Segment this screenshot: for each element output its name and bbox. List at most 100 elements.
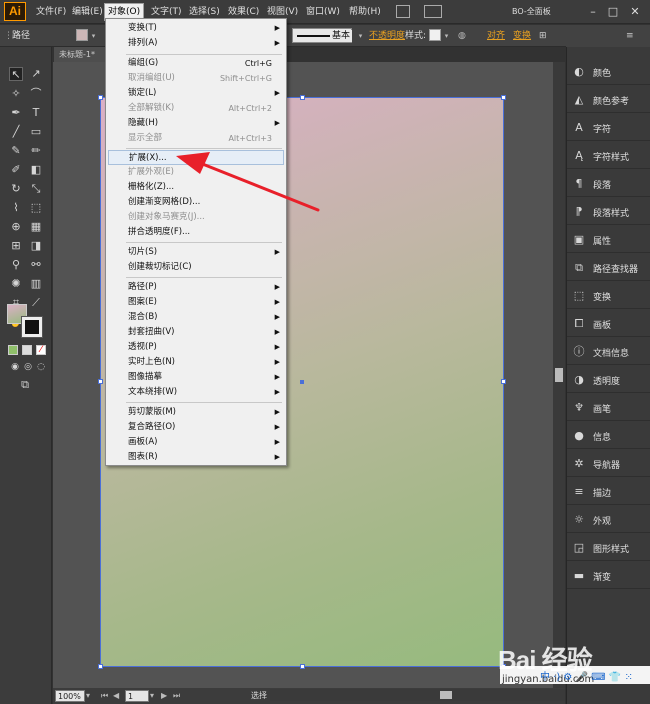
- gradient-tool-icon[interactable]: ◨: [29, 239, 43, 253]
- rectangle-tool-icon[interactable]: ▭: [29, 125, 43, 139]
- brush-dropdown-icon[interactable]: ▾: [356, 29, 365, 43]
- menu-item-slice[interactable]: 切片(S) ▶: [108, 245, 284, 260]
- mesh-tool-icon[interactable]: ⊞: [9, 239, 23, 253]
- screen-mode-icon[interactable]: ⧉: [18, 378, 32, 392]
- menu-item-compound-path[interactable]: 复合路径(O) ▶: [108, 420, 284, 435]
- panel-transform[interactable]: ⬚ 变换: [567, 283, 650, 309]
- warp-tool-icon[interactable]: ⌇: [9, 201, 23, 215]
- graphic-style-swatch[interactable]: [429, 29, 441, 41]
- brush-definition[interactable]: 基本: [330, 30, 353, 42]
- menu-item-show-all[interactable]: 显示全部 Alt+Ctrl+3: [108, 131, 284, 146]
- menu-item-live-paint[interactable]: 实时上色(N) ▶: [108, 355, 284, 370]
- menu-item-group[interactable]: 编组(G) Ctrl+G: [108, 56, 284, 71]
- menu-item-transform[interactable]: 变换(T) ▶: [108, 21, 284, 36]
- perspective-grid-tool-icon[interactable]: ▦: [29, 220, 43, 234]
- lasso-tool-icon[interactable]: ⌒: [29, 87, 43, 101]
- menu-item-pattern[interactable]: 图案(E) ▶: [108, 295, 284, 310]
- arrange-documents-icon[interactable]: [424, 5, 442, 18]
- menu-item-text-wrap[interactable]: 文本绕排(W) ▶: [108, 385, 284, 400]
- panel-brushes[interactable]: ♆ 画笔: [567, 395, 650, 421]
- type-tool-icon[interactable]: T: [29, 106, 43, 120]
- panel-collapse-icon[interactable]: ≡: [626, 29, 634, 43]
- resize-handle-left[interactable]: [98, 379, 103, 384]
- pencil-tool-icon[interactable]: ✏: [29, 144, 43, 158]
- first-artboard-icon[interactable]: ⏮: [101, 690, 108, 702]
- symbol-sprayer-tool-icon[interactable]: ✺: [9, 277, 23, 291]
- opacity-link[interactable]: 不透明度: [369, 29, 405, 43]
- resize-handle-right[interactable]: [501, 379, 506, 384]
- resize-handle-top-right[interactable]: [501, 95, 506, 100]
- panel-artboards[interactable]: ⧠ 画板: [567, 311, 650, 337]
- prev-artboard-icon[interactable]: ◀: [113, 690, 119, 702]
- resize-handle-bottom-left[interactable]: [98, 664, 103, 669]
- close-button[interactable]: ✕: [628, 4, 642, 19]
- menu-window[interactable]: 窗口(W): [303, 4, 343, 20]
- menu-item-artboards[interactable]: 画板(A) ▶: [108, 435, 284, 450]
- line-tool-icon[interactable]: ╱: [9, 125, 23, 139]
- shape-builder-tool-icon[interactable]: ⊕: [9, 220, 23, 234]
- panel-pathfinder[interactable]: ⧉ 路径查找器: [567, 255, 650, 281]
- panel-stroke[interactable]: ≡ 描边: [567, 479, 650, 505]
- panel-attributes[interactable]: ▣ 属性: [567, 227, 650, 253]
- recolor-icon[interactable]: ◍: [458, 29, 466, 43]
- style-dropdown-icon[interactable]: ▾: [442, 29, 451, 43]
- free-transform-tool-icon[interactable]: ⬚: [29, 201, 43, 215]
- stroke-color-box[interactable]: [21, 316, 43, 338]
- panel-color[interactable]: ◐ 颜色: [567, 59, 650, 85]
- vertical-scroll-thumb[interactable]: [555, 368, 563, 382]
- rotate-tool-icon[interactable]: ↻: [9, 182, 23, 196]
- scale-tool-icon[interactable]: ⤡: [29, 182, 43, 196]
- resize-handle-bottom[interactable]: [300, 664, 305, 669]
- panel-navigator[interactable]: ✲ 导航器: [567, 451, 650, 477]
- panel-transparency[interactable]: ◑ 透明度: [567, 367, 650, 393]
- menu-item-hide[interactable]: 隐藏(H) ▶: [108, 116, 284, 131]
- panel-gradient[interactable]: ▬ 渐变: [567, 563, 650, 589]
- fill-dropdown-icon[interactable]: ▾: [89, 29, 98, 43]
- workspace-switcher[interactable]: BO-全面板: [512, 4, 567, 20]
- menu-help[interactable]: 帮助(H): [346, 4, 384, 20]
- menu-item-blend[interactable]: 混合(B) ▶: [108, 310, 284, 325]
- artboard-number-field[interactable]: 1: [125, 690, 149, 702]
- menu-edit[interactable]: 编辑(E): [69, 4, 106, 20]
- column-graph-tool-icon[interactable]: ▥: [29, 277, 43, 291]
- color-mode-icon[interactable]: [8, 345, 18, 355]
- draw-behind-icon[interactable]: ◎: [21, 360, 35, 374]
- isolate-icon[interactable]: ⊞: [539, 29, 547, 43]
- minimize-button[interactable]: –: [586, 4, 600, 19]
- magic-wand-tool-icon[interactable]: ✧: [9, 87, 23, 101]
- eraser-tool-icon[interactable]: ◧: [29, 163, 43, 177]
- menu-item-path[interactable]: 路径(P) ▶: [108, 280, 284, 295]
- menu-item-clipping-mask[interactable]: 剪切蒙版(M) ▶: [108, 405, 284, 420]
- menu-item-ungroup[interactable]: 取消编组(U) Shift+Ctrl+G: [108, 71, 284, 86]
- zoom-dropdown-icon[interactable]: ▾: [86, 690, 90, 702]
- menu-item-graph[interactable]: 图表(R) ▶: [108, 450, 284, 465]
- slice-tool-icon[interactable]: ⟋: [29, 296, 43, 310]
- menu-item-perspective[interactable]: 透视(P) ▶: [108, 340, 284, 355]
- panel-character[interactable]: A 字符: [567, 115, 650, 141]
- zoom-field[interactable]: 100%: [55, 690, 85, 702]
- blend-tool-icon[interactable]: ⚯: [29, 258, 43, 272]
- paintbrush-tool-icon[interactable]: ✎: [9, 144, 23, 158]
- vertical-scrollbar[interactable]: [553, 62, 565, 688]
- pen-tool-icon[interactable]: ✒: [9, 106, 23, 120]
- panel-appearance[interactable]: ☼ 外观: [567, 507, 650, 533]
- next-artboard-icon[interactable]: ▶: [161, 690, 167, 702]
- align-link[interactable]: 对齐: [487, 29, 505, 43]
- document-tab[interactable]: 未标题-1*: [54, 47, 106, 62]
- menu-file[interactable]: 文件(F): [33, 4, 69, 20]
- none-mode-icon[interactable]: ⁄: [36, 345, 46, 355]
- resize-handle-top[interactable]: [300, 95, 305, 100]
- fill-swatch[interactable]: [76, 29, 88, 41]
- panel-info[interactable]: ● 信息: [567, 423, 650, 449]
- resize-handle-top-left[interactable]: [98, 95, 103, 100]
- horizontal-scroll-thumb[interactable]: [440, 691, 452, 699]
- menu-item-lock[interactable]: 锁定(L) ▶: [108, 86, 284, 101]
- selection-tool-icon[interactable]: ↖: [9, 67, 23, 81]
- last-artboard-icon[interactable]: ⏭: [173, 690, 180, 702]
- draw-normal-icon[interactable]: ◉: [8, 360, 22, 374]
- transform-link[interactable]: 变换: [513, 29, 531, 43]
- eyedropper-tool-icon[interactable]: ⚲: [9, 258, 23, 272]
- menu-item-unlock-all[interactable]: 全部解锁(K) Alt+Ctrl+2: [108, 101, 284, 116]
- panel-character-styles[interactable]: Ą 字符样式: [567, 143, 650, 169]
- panel-color-guide[interactable]: ◭ 颜色参考: [567, 87, 650, 113]
